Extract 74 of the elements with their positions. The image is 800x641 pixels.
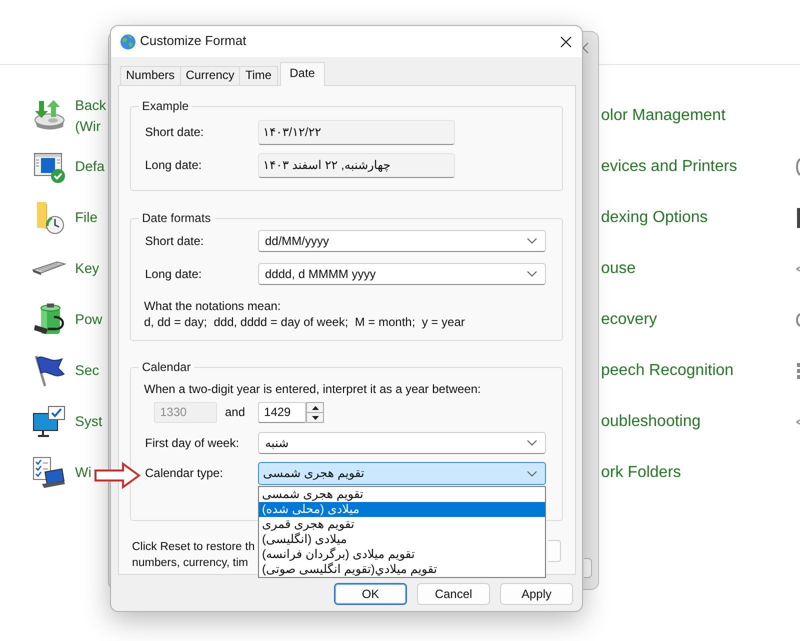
dropdown[interactable]: dddd, d MMMM yyyy <box>258 263 546 285</box>
chevron-down-icon <box>527 238 537 244</box>
chevron-down-icon <box>527 470 537 476</box>
control-panel-link[interactable]: ork Folders <box>601 462 682 482</box>
dialog-button[interactable]: OK <box>334 583 407 605</box>
preview-field: چهارشنبه, ۲۲ اسفند ۱۴۰۳ <box>258 153 455 178</box>
cut-off-icon <box>796 312 800 326</box>
flag-icon <box>32 354 66 388</box>
field-label: Calendar type: <box>145 466 224 481</box>
tab[interactable]: Numbers <box>120 66 181 85</box>
up-triangle-icon <box>312 406 319 410</box>
group-title: Example <box>141 99 190 113</box>
control-panel-link[interactable]: Pow <box>75 309 102 330</box>
group-title: Calendar <box>141 360 192 374</box>
dropdown-option[interactable]: میلادی (محلی شده) <box>259 502 545 517</box>
field-label: Long date: <box>145 266 203 282</box>
field-label: Short date: <box>145 234 205 248</box>
dropdown-option[interactable]: تقویم هجری شمسی <box>259 487 545 502</box>
dropdown-option[interactable]: تقویم هجری قمری <box>259 517 545 532</box>
chevron-down-icon <box>527 440 537 446</box>
control-panel-link[interactable]: ouse <box>601 258 636 278</box>
control-panel-link[interactable]: Key <box>75 258 100 279</box>
spin-up-button[interactable] <box>306 402 324 413</box>
dialog-button[interactable]: Cancel <box>417 583 490 605</box>
dropdown-option[interactable]: میلادی (انگلیسی) <box>259 532 545 547</box>
notation-text: What the notations mean: <box>144 298 282 314</box>
close-icon <box>560 36 572 48</box>
dropdown-option[interactable]: تقویم میلادی (برگردان فرانسه) <box>259 547 545 562</box>
control-panel-link[interactable]: ecovery <box>601 310 658 330</box>
description-text: When a two-digit year is entered, interpret it as a year between: <box>144 381 482 397</box>
field-label: and <box>225 405 246 420</box>
control-panel-link[interactable]: File <box>75 207 98 228</box>
dropdown[interactable]: تقویم هجری شمسی <box>258 462 546 485</box>
control-panel-link[interactable]: peech Recognition <box>601 360 734 380</box>
cut-off-icon <box>797 362 800 378</box>
chevron-down-icon <box>527 271 537 277</box>
year-field: 1330 <box>154 402 217 423</box>
window-title: Customize Format <box>140 33 246 50</box>
monitor-check-icon <box>32 404 66 438</box>
cut-off-icon <box>797 208 800 228</box>
tab[interactable]: Time <box>239 66 278 85</box>
laptop-checklist-icon <box>32 456 66 490</box>
control-panel-link[interactable]: Syst <box>75 411 102 432</box>
cut-off-icon <box>796 266 800 272</box>
drive-arrows-icon <box>32 98 66 132</box>
group-title: Date formats <box>141 211 212 225</box>
field-label: First day of week: <box>145 436 240 450</box>
spin-down-button[interactable] <box>306 413 324 423</box>
preview-field: ۱۴۰۳/۱۲/۲۲ <box>258 120 455 145</box>
reset-note-text: Click Reset to restore th numbers, currency, tim <box>132 540 255 571</box>
dialog-button[interactable]: Apply <box>500 583 573 605</box>
year-field[interactable]: 1429 <box>258 402 306 423</box>
dropdown[interactable]: شنبه <box>258 432 546 454</box>
control-panel-link[interactable]: olor Management <box>601 106 726 126</box>
globe-icon <box>120 34 136 50</box>
control-panel-link[interactable]: Wi <box>75 462 92 483</box>
keyboard-icon <box>32 261 66 276</box>
notation-text: d, dd = day; ddd, dddd = day of week; M = month; y = year <box>144 314 466 330</box>
cut-off-icon <box>796 158 800 176</box>
dropdown-option[interactable]: تقویم میلادي(تقویم انگلیسی صوتی) <box>259 562 545 577</box>
control-panel-link[interactable]: oubleshooting <box>601 412 701 432</box>
control-panel-link[interactable]: dexing Options <box>601 208 708 228</box>
control-panel-link[interactable]: Back (Wir <box>75 94 106 136</box>
field-label: Long date: <box>145 158 203 173</box>
down-triangle-icon <box>312 416 319 420</box>
control-panel-link[interactable]: evices and Printers <box>601 156 738 176</box>
battery-plug-icon <box>32 302 66 336</box>
tab[interactable]: Date <box>280 62 325 86</box>
control-panel-link[interactable]: Defa <box>75 156 105 177</box>
chevron-icon <box>582 42 589 54</box>
control-panel-link[interactable]: Sec <box>75 360 100 381</box>
dropdown[interactable]: dd/MM/yyyy <box>258 230 546 252</box>
field-label: Short date: <box>145 125 205 140</box>
cut-off-icon <box>796 418 800 424</box>
